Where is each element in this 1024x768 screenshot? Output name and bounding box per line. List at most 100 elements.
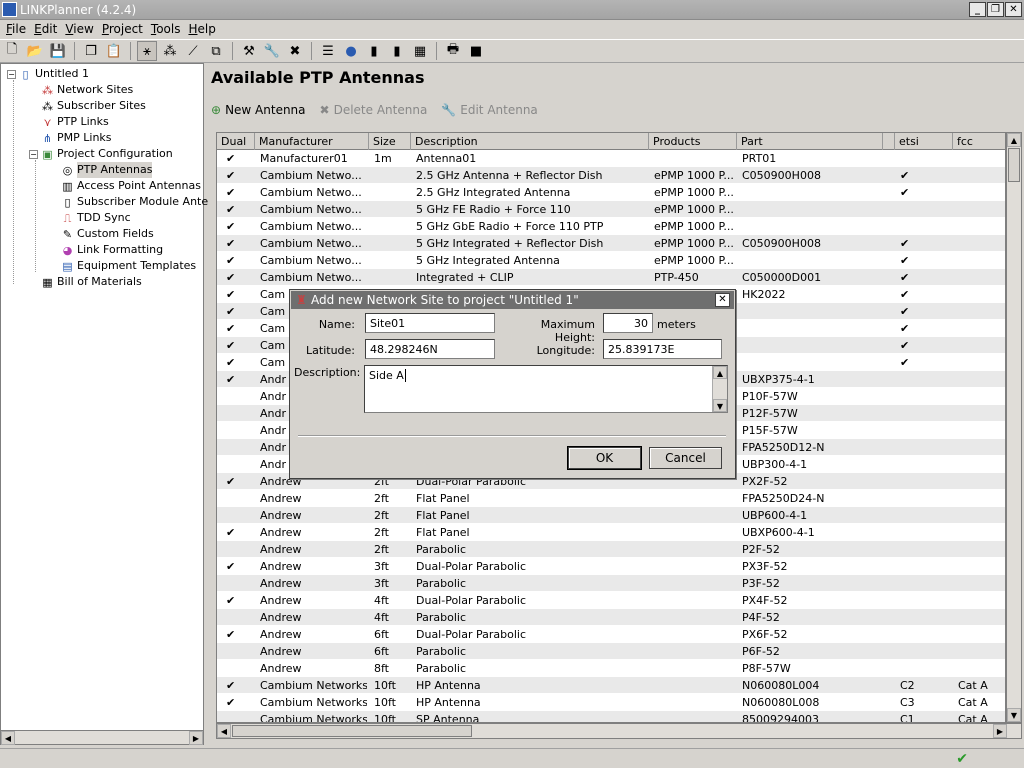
add-site-icon[interactable]: ⁂ (160, 41, 180, 61)
scroll-left-arrow-icon[interactable]: ◀ (1, 731, 15, 745)
description-field[interactable]: Side A ▲ ▼ (364, 365, 728, 413)
table-row[interactable]: Andrew 2ft Flat Panel UBP600-4-1 (217, 507, 1005, 524)
table-row[interactable]: Cambium Networks 10ft SP Antenna 8500929400… (217, 711, 1005, 722)
collapse-icon[interactable]: − (29, 149, 38, 159)
scroll-right-arrow-icon[interactable]: ▶ (993, 724, 1007, 738)
tree-bill-of-materials[interactable]: ▦ Bill of Materials (41, 274, 141, 290)
hammer-icon[interactable]: ⚒ (239, 41, 259, 61)
export-icon[interactable]: ■ (466, 41, 486, 61)
tree-subscriber-sites[interactable]: ⁂ Subscriber Sites (41, 98, 146, 114)
report-icon[interactable]: ▮ (364, 41, 384, 61)
table-row[interactable]: ✔ Cambium Netwo... 2.5 GHz Integrated Ante… (217, 184, 1005, 201)
ok-button[interactable]: OK (567, 446, 642, 470)
table-row[interactable]: ✔ Cambium Networks 10ft HP Antenna N060080L0… (217, 694, 1005, 711)
column-header-etsi[interactable]: etsi (895, 133, 953, 150)
save-icon[interactable]: 💾 (48, 41, 68, 61)
tree-access-point-antennas[interactable]: ▥ Access Point Antennas (61, 178, 201, 194)
table-row[interactable]: ✔ Cambium Netwo... 5 GHz GbE Radio + Force… (217, 218, 1005, 235)
scroll-up-arrow-icon[interactable]: ▲ (713, 366, 727, 379)
description-scrollbar[interactable]: ▲ ▼ (712, 366, 727, 412)
name-field[interactable]: Site01 (365, 313, 495, 333)
tree-horizontal-scrollbar[interactable]: ◀ ▶ (0, 730, 204, 745)
delete-antenna-button[interactable]: ✖ Delete Antenna (320, 103, 428, 117)
table-row[interactable]: Andrew 4ft Parabolic P4F-52 (217, 609, 1005, 626)
table-row[interactable]: ✔ Andrew 4ft Dual-Polar Parabolic PX4F-52 (217, 592, 1005, 609)
table-row[interactable]: Andrew 6ft Parabolic P6F-52 (217, 643, 1005, 660)
table-row[interactable]: ✔ Cambium Netwo... 5 GHz Integrated Antenn… (217, 252, 1005, 269)
menu-help[interactable]: Help (184, 20, 219, 39)
close-window-button[interactable]: ✕ (1005, 2, 1022, 17)
tree-subscriber-module-antennas[interactable]: ▯ Subscriber Module Ante (61, 194, 208, 210)
tree-network-sites[interactable]: ⁂ Network Sites (41, 82, 133, 98)
new-project-icon[interactable]: 🗋 (2, 41, 22, 61)
column-header-description[interactable]: Description (411, 133, 649, 150)
menu-tools[interactable]: Tools (147, 20, 185, 39)
table-row[interactable]: ✔ Cambium Netwo... Integrated + CLIP PTP-45… (217, 269, 1005, 286)
delete-icon[interactable]: ✖ (285, 41, 305, 61)
table-row[interactable]: ✔ Andrew 6ft Dual-Polar Parabolic PX6F-52 (217, 626, 1005, 643)
longitude-field[interactable]: 25.839173E (603, 339, 722, 359)
scroll-thumb[interactable] (1008, 148, 1020, 182)
copy-icon[interactable]: ❐ (81, 41, 101, 61)
scroll-left-arrow-icon[interactable]: ◀ (217, 724, 231, 738)
column-header-products[interactable]: Products (649, 133, 737, 150)
table-row[interactable]: ✔ Cambium Netwo... 2.5 GHz Antenna + Refle… (217, 167, 1005, 184)
tree-link-formatting[interactable]: ◕ Link Formatting (61, 242, 163, 258)
tree-ptp-antennas[interactable]: ◎ PTP Antennas (61, 162, 153, 178)
table-vertical-scrollbar[interactable]: ▲ ▼ (1006, 132, 1022, 723)
add-link-icon[interactable]: ⟋ (183, 41, 203, 61)
table-row[interactable]: ✔ Cambium Netwo... 5 GHz FE Radio + Force … (217, 201, 1005, 218)
print-icon[interactable]: 🖶 (443, 41, 463, 61)
tree-root[interactable]: − ▯ Untitled 1 (7, 66, 89, 82)
report2-icon[interactable]: ▮ (387, 41, 407, 61)
tree-equipment-templates[interactable]: ▤ Equipment Templates (61, 258, 196, 274)
table-row[interactable]: ✔ Cambium Netwo... 5 GHz Integrated + Refl… (217, 235, 1005, 252)
menu-file[interactable]: File (2, 20, 30, 39)
column-header-part[interactable]: Part (737, 133, 883, 150)
cancel-button[interactable]: Cancel (649, 447, 722, 469)
menu-view[interactable]: View (61, 20, 97, 39)
table-row[interactable]: Andrew 2ft Parabolic P2F-52 (217, 541, 1005, 558)
new-antenna-button[interactable]: ⊕ New Antenna (211, 103, 306, 117)
paste-icon[interactable]: 📋 (104, 41, 124, 61)
wrench-icon[interactable]: 🔧 (262, 41, 282, 61)
add-equipment-icon[interactable]: ⧉ (206, 41, 226, 61)
table-row[interactable]: Andrew 8ft Parabolic P8F-57W (217, 660, 1005, 677)
globe-icon[interactable]: ● (341, 41, 361, 61)
collapse-icon[interactable]: − (7, 69, 16, 79)
scroll-down-arrow-icon[interactable]: ▼ (713, 399, 727, 412)
column-header-blank[interactable] (883, 133, 895, 150)
tree-project-configuration[interactable]: − ▣ Project Configuration (29, 146, 173, 162)
table-row[interactable]: ✔ Andrew 3ft Dual-Polar Parabolic PX3F-52 (217, 558, 1005, 575)
latitude-field[interactable]: 48.298246N (365, 339, 495, 359)
table-row[interactable]: Andrew 3ft Parabolic P3F-52 (217, 575, 1005, 592)
table-row[interactable]: ✔ Cambium Networks 10ft HP Antenna N060080L0… (217, 677, 1005, 694)
minimize-button[interactable]: _ (969, 2, 986, 17)
scroll-down-arrow-icon[interactable]: ▼ (1007, 708, 1021, 722)
tree-pmp-links[interactable]: ⋔ PMP Links (41, 130, 112, 146)
tree-custom-fields[interactable]: ✎ Custom Fields (61, 226, 154, 242)
menu-project[interactable]: Project (98, 20, 147, 39)
scroll-thumb[interactable] (232, 725, 472, 737)
maximize-button[interactable]: ❐ (987, 2, 1004, 17)
tree-ptp-links[interactable]: ⋎ PTP Links (41, 114, 108, 130)
scroll-up-arrow-icon[interactable]: ▲ (1007, 133, 1021, 147)
max-height-field[interactable]: 30 (603, 313, 653, 333)
scroll-right-arrow-icon[interactable]: ▶ (189, 731, 203, 745)
chart-icon[interactable]: ☰ (318, 41, 338, 61)
table-row[interactable]: ✔ Manufacturer01 1m Antenna01 PRT01 (217, 150, 1005, 167)
column-header-manufacturer[interactable]: Manufacturer (255, 133, 369, 150)
table-icon[interactable]: ▦ (410, 41, 430, 61)
column-header-fcc[interactable]: fcc (953, 133, 1005, 150)
table-row[interactable]: ✔ Andrew 2ft Flat Panel UBXP600-4-1 (217, 524, 1005, 541)
column-header-dual[interactable]: Dual (217, 133, 255, 150)
menu-edit[interactable]: Edit (30, 20, 61, 39)
open-project-icon[interactable]: 📂 (25, 41, 45, 61)
close-icon[interactable]: ✕ (715, 293, 730, 307)
table-row[interactable]: Andrew 2ft Flat Panel FPA5250D24-N (217, 490, 1005, 507)
edit-antenna-button[interactable]: 🔧 Edit Antenna (441, 103, 537, 117)
select-tool-icon[interactable]: ⚹ (137, 41, 157, 61)
column-header-size[interactable]: Size (369, 133, 411, 150)
tree-tdd-sync[interactable]: ⎍ TDD Sync (61, 210, 131, 226)
table-horizontal-scrollbar[interactable]: ◀ ▶ (216, 723, 1022, 739)
